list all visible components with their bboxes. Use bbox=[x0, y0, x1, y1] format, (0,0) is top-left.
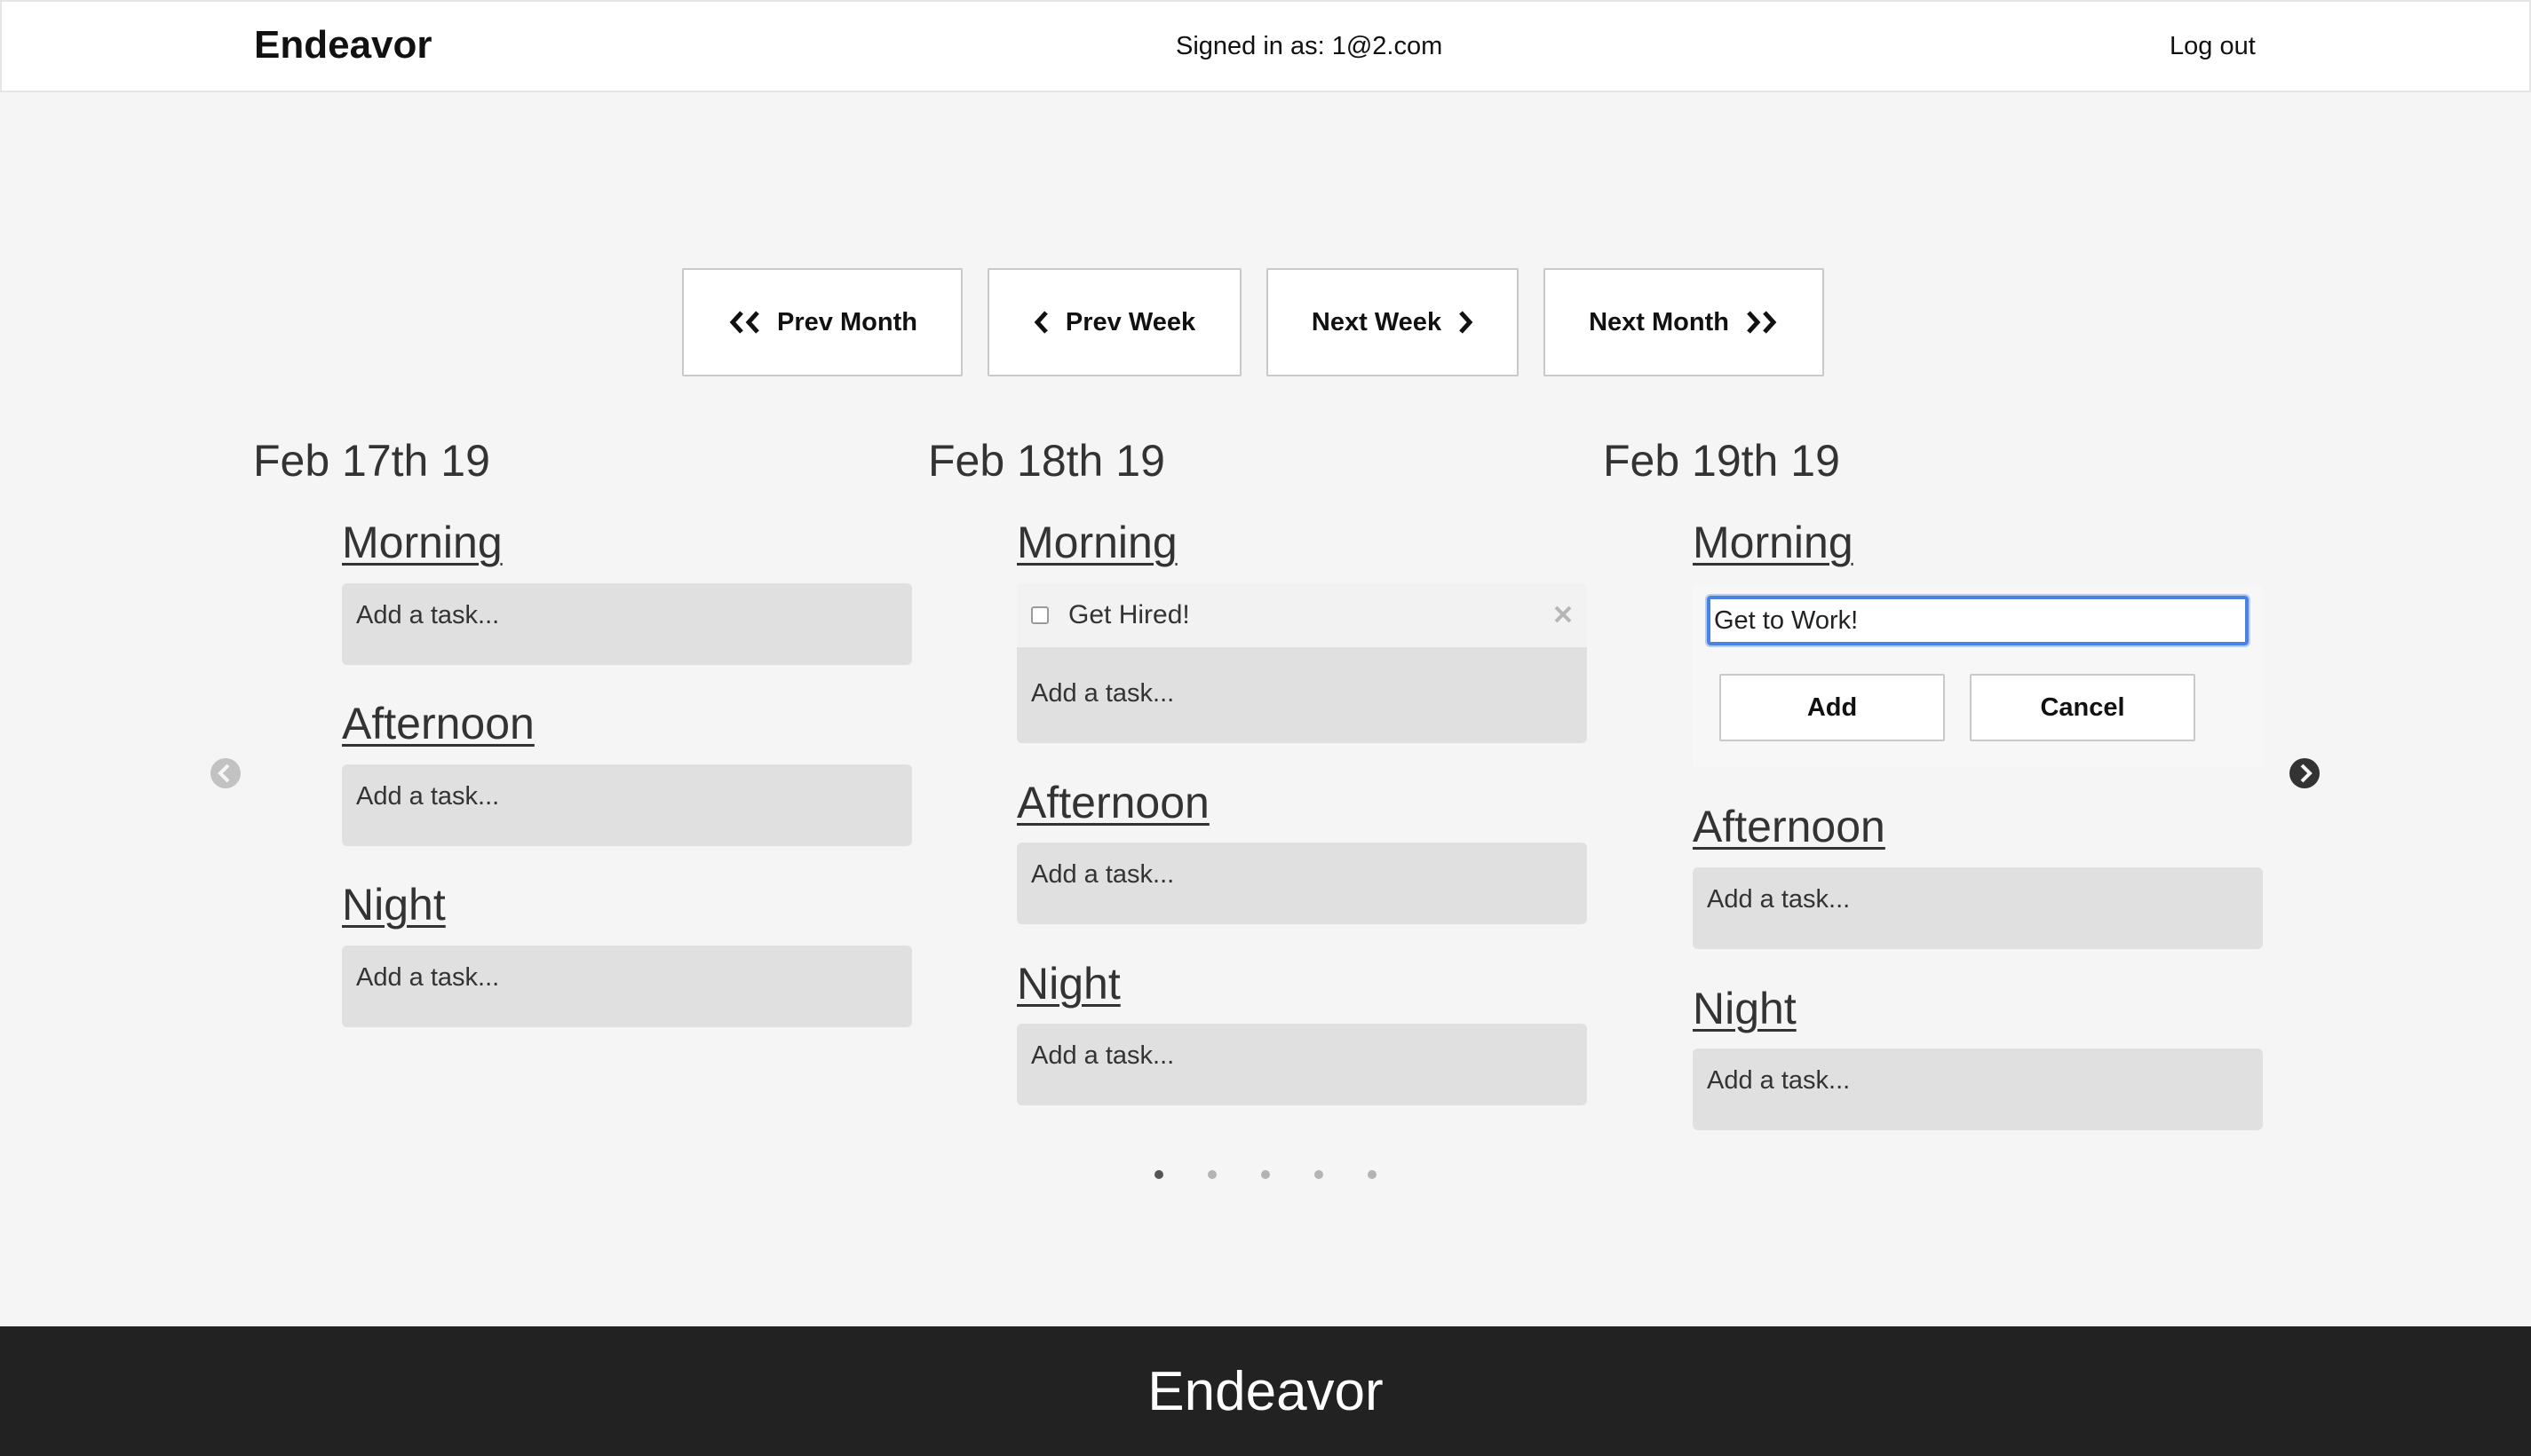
prev-week-label: Prev Week bbox=[1065, 307, 1196, 336]
add-task-box[interactable]: Add a task... bbox=[1017, 647, 1587, 726]
double-chevron-right-icon bbox=[1747, 311, 1777, 334]
day-title: Feb 19th 19 bbox=[1603, 436, 1840, 486]
add-task-box[interactable]: Add a task... bbox=[342, 764, 912, 846]
period-heading-night[interactable]: Night bbox=[1693, 983, 1797, 1034]
logout-link[interactable]: Log out bbox=[2170, 32, 2256, 61]
chevron-right-icon bbox=[1459, 311, 1473, 334]
period-heading-morning[interactable]: Morning bbox=[342, 517, 503, 568]
period-heading-afternoon[interactable]: Afternoon bbox=[1693, 801, 1885, 852]
prev-month-label: Prev Month bbox=[777, 307, 917, 336]
brand-logo[interactable]: Endeavor bbox=[254, 23, 432, 67]
period-heading-morning[interactable]: Morning bbox=[1693, 517, 1853, 568]
next-month-label: Next Month bbox=[1589, 307, 1729, 336]
signed-in-text: Signed in as: 1@2.com bbox=[1176, 32, 1443, 60]
new-task-input[interactable] bbox=[1705, 594, 2250, 647]
period-heading-afternoon[interactable]: Afternoon bbox=[1017, 777, 1210, 828]
carousel-dot[interactable] bbox=[1208, 1170, 1217, 1179]
carousel-prev-arrow-icon[interactable] bbox=[210, 757, 242, 789]
add-task-box[interactable]: Add a task... bbox=[1693, 867, 2263, 949]
carousel-dot[interactable] bbox=[1261, 1170, 1270, 1179]
add-task-form: Add Cancel bbox=[1693, 585, 2263, 768]
period-heading-afternoon[interactable]: Afternoon bbox=[342, 698, 535, 749]
add-task-box[interactable]: Add a task... bbox=[1017, 843, 1587, 924]
chevron-left-icon bbox=[1034, 311, 1048, 334]
carousel-next-arrow-icon[interactable] bbox=[2289, 757, 2321, 789]
task-item: Get Hired! bbox=[1017, 583, 1587, 647]
add-task-box[interactable]: Add a task... bbox=[342, 946, 912, 1027]
period-heading-night[interactable]: Night bbox=[1017, 958, 1121, 1009]
add-task-box[interactable]: Add a task... bbox=[1693, 1048, 2263, 1130]
cancel-button[interactable]: Cancel bbox=[1970, 674, 2195, 741]
day-title: Feb 18th 19 bbox=[928, 436, 1165, 486]
prev-week-button[interactable]: Prev Week bbox=[988, 268, 1242, 376]
close-icon[interactable] bbox=[1553, 605, 1573, 624]
period-heading-night[interactable]: Night bbox=[342, 879, 446, 930]
next-month-button[interactable]: Next Month bbox=[1543, 268, 1824, 376]
add-task-box[interactable]: Add a task... bbox=[1017, 1024, 1587, 1105]
carousel-dot[interactable] bbox=[1314, 1170, 1323, 1179]
carousel-dot[interactable] bbox=[1368, 1170, 1377, 1179]
add-button[interactable]: Add bbox=[1719, 674, 1945, 741]
task-list-morning: Get Hired! Add a task... bbox=[1017, 583, 1587, 743]
task-checkbox[interactable] bbox=[1031, 606, 1049, 624]
footer-brand: Endeavor bbox=[1147, 1360, 1384, 1422]
footer: Endeavor bbox=[0, 1326, 2531, 1456]
carousel-dot[interactable] bbox=[1154, 1170, 1163, 1179]
period-heading-morning[interactable]: Morning bbox=[1017, 517, 1178, 568]
add-task-box[interactable]: Add a task... bbox=[342, 583, 912, 665]
next-week-button[interactable]: Next Week bbox=[1266, 268, 1519, 376]
task-label: Get Hired! bbox=[1068, 600, 1190, 629]
next-week-label: Next Week bbox=[1311, 307, 1442, 336]
prev-month-button[interactable]: Prev Month bbox=[682, 268, 963, 376]
double-chevron-left-icon bbox=[729, 311, 759, 334]
top-navbar: Endeavor Signed in as: 1@2.com Log out bbox=[0, 0, 2531, 92]
day-title: Feb 17th 19 bbox=[253, 436, 490, 486]
